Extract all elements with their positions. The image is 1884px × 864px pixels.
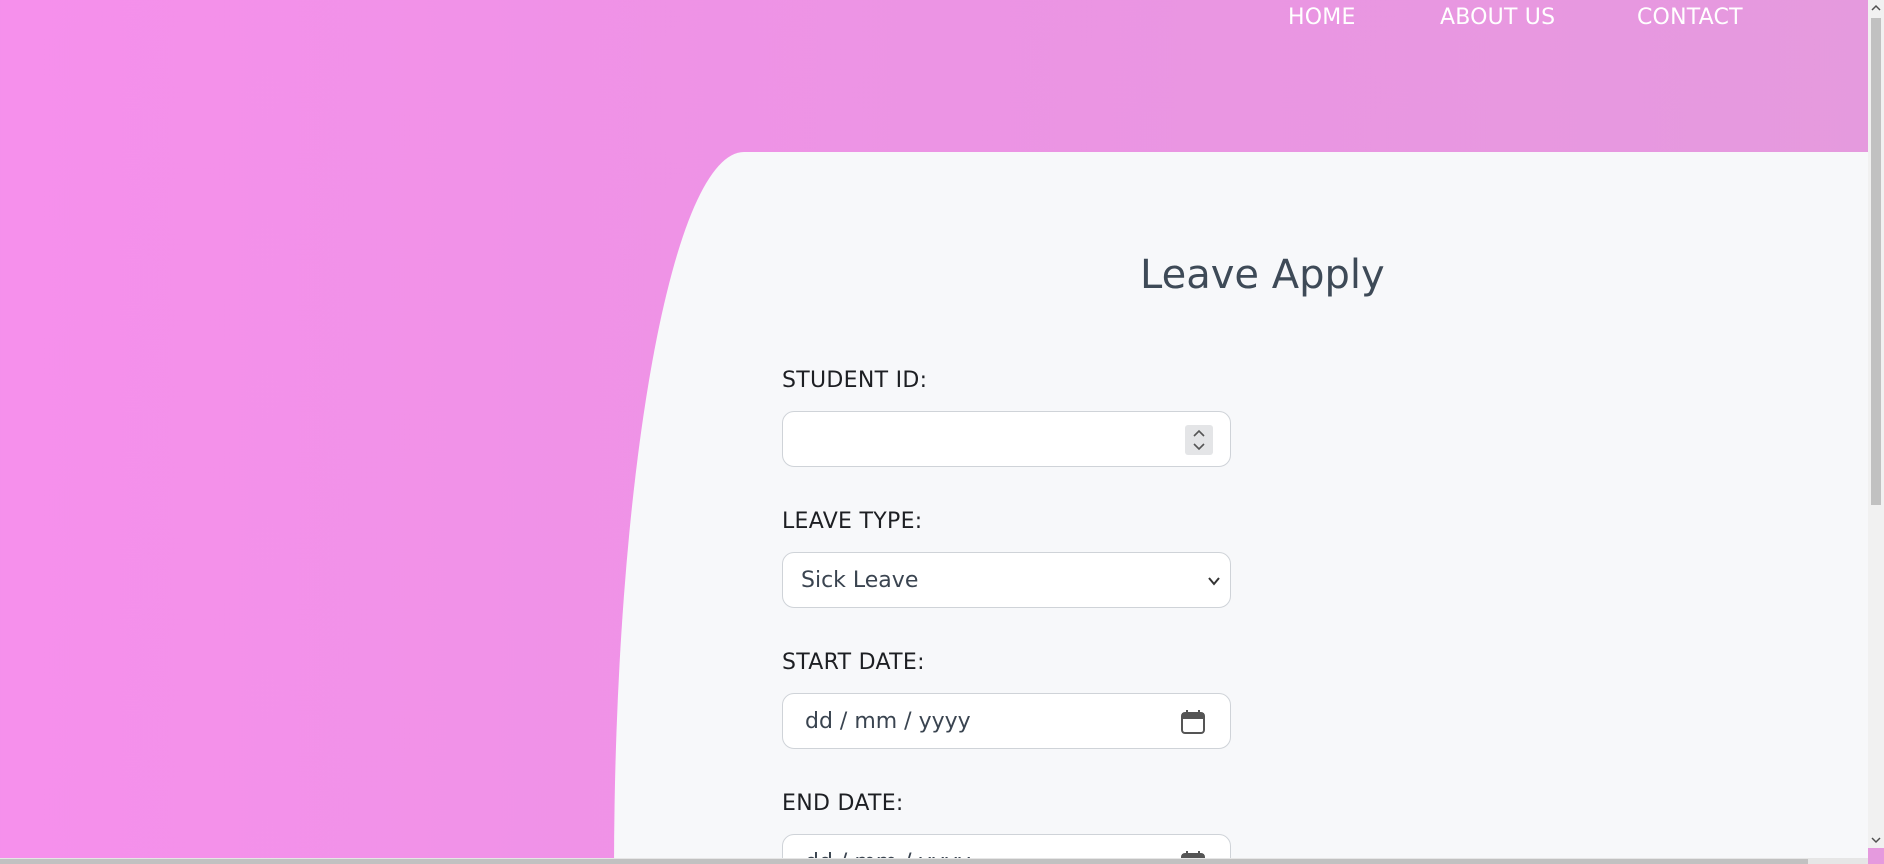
student-id-label: STUDENT ID: xyxy=(782,368,928,393)
start-date-placeholder: dd / mm / yyyy xyxy=(805,709,971,734)
nav-about-link[interactable]: ABOUT US xyxy=(1440,5,1555,30)
end-date-label: END DATE: xyxy=(782,791,904,816)
student-id-input[interactable] xyxy=(782,411,1231,467)
scroll-up-icon[interactable] xyxy=(1868,0,1884,16)
nav-contact-link[interactable]: CONTACT xyxy=(1637,5,1743,30)
start-date-label: START DATE: xyxy=(782,650,925,675)
leave-type-select[interactable]: Sick Leave xyxy=(782,552,1231,608)
start-date-input[interactable]: dd / mm / yyyy xyxy=(782,693,1231,749)
top-nav: HOME ABOUT US CONTACT xyxy=(0,0,1868,40)
horizontal-scrollbar[interactable] xyxy=(0,858,1868,864)
vertical-scrollbar-thumb[interactable] xyxy=(1871,18,1881,505)
number-spinner-icon[interactable] xyxy=(1185,425,1213,455)
scroll-down-icon[interactable] xyxy=(1868,832,1884,848)
leave-type-selected: Sick Leave xyxy=(801,568,919,593)
nav-home-link[interactable]: HOME xyxy=(1288,5,1356,30)
leave-type-label: LEAVE TYPE: xyxy=(782,509,923,534)
chevron-down-icon xyxy=(1208,577,1220,586)
horizontal-scrollbar-thumb[interactable] xyxy=(0,859,1808,864)
vertical-scrollbar[interactable] xyxy=(1868,0,1884,848)
page-title: Leave Apply xyxy=(1140,252,1385,298)
calendar-icon[interactable] xyxy=(1180,709,1206,735)
